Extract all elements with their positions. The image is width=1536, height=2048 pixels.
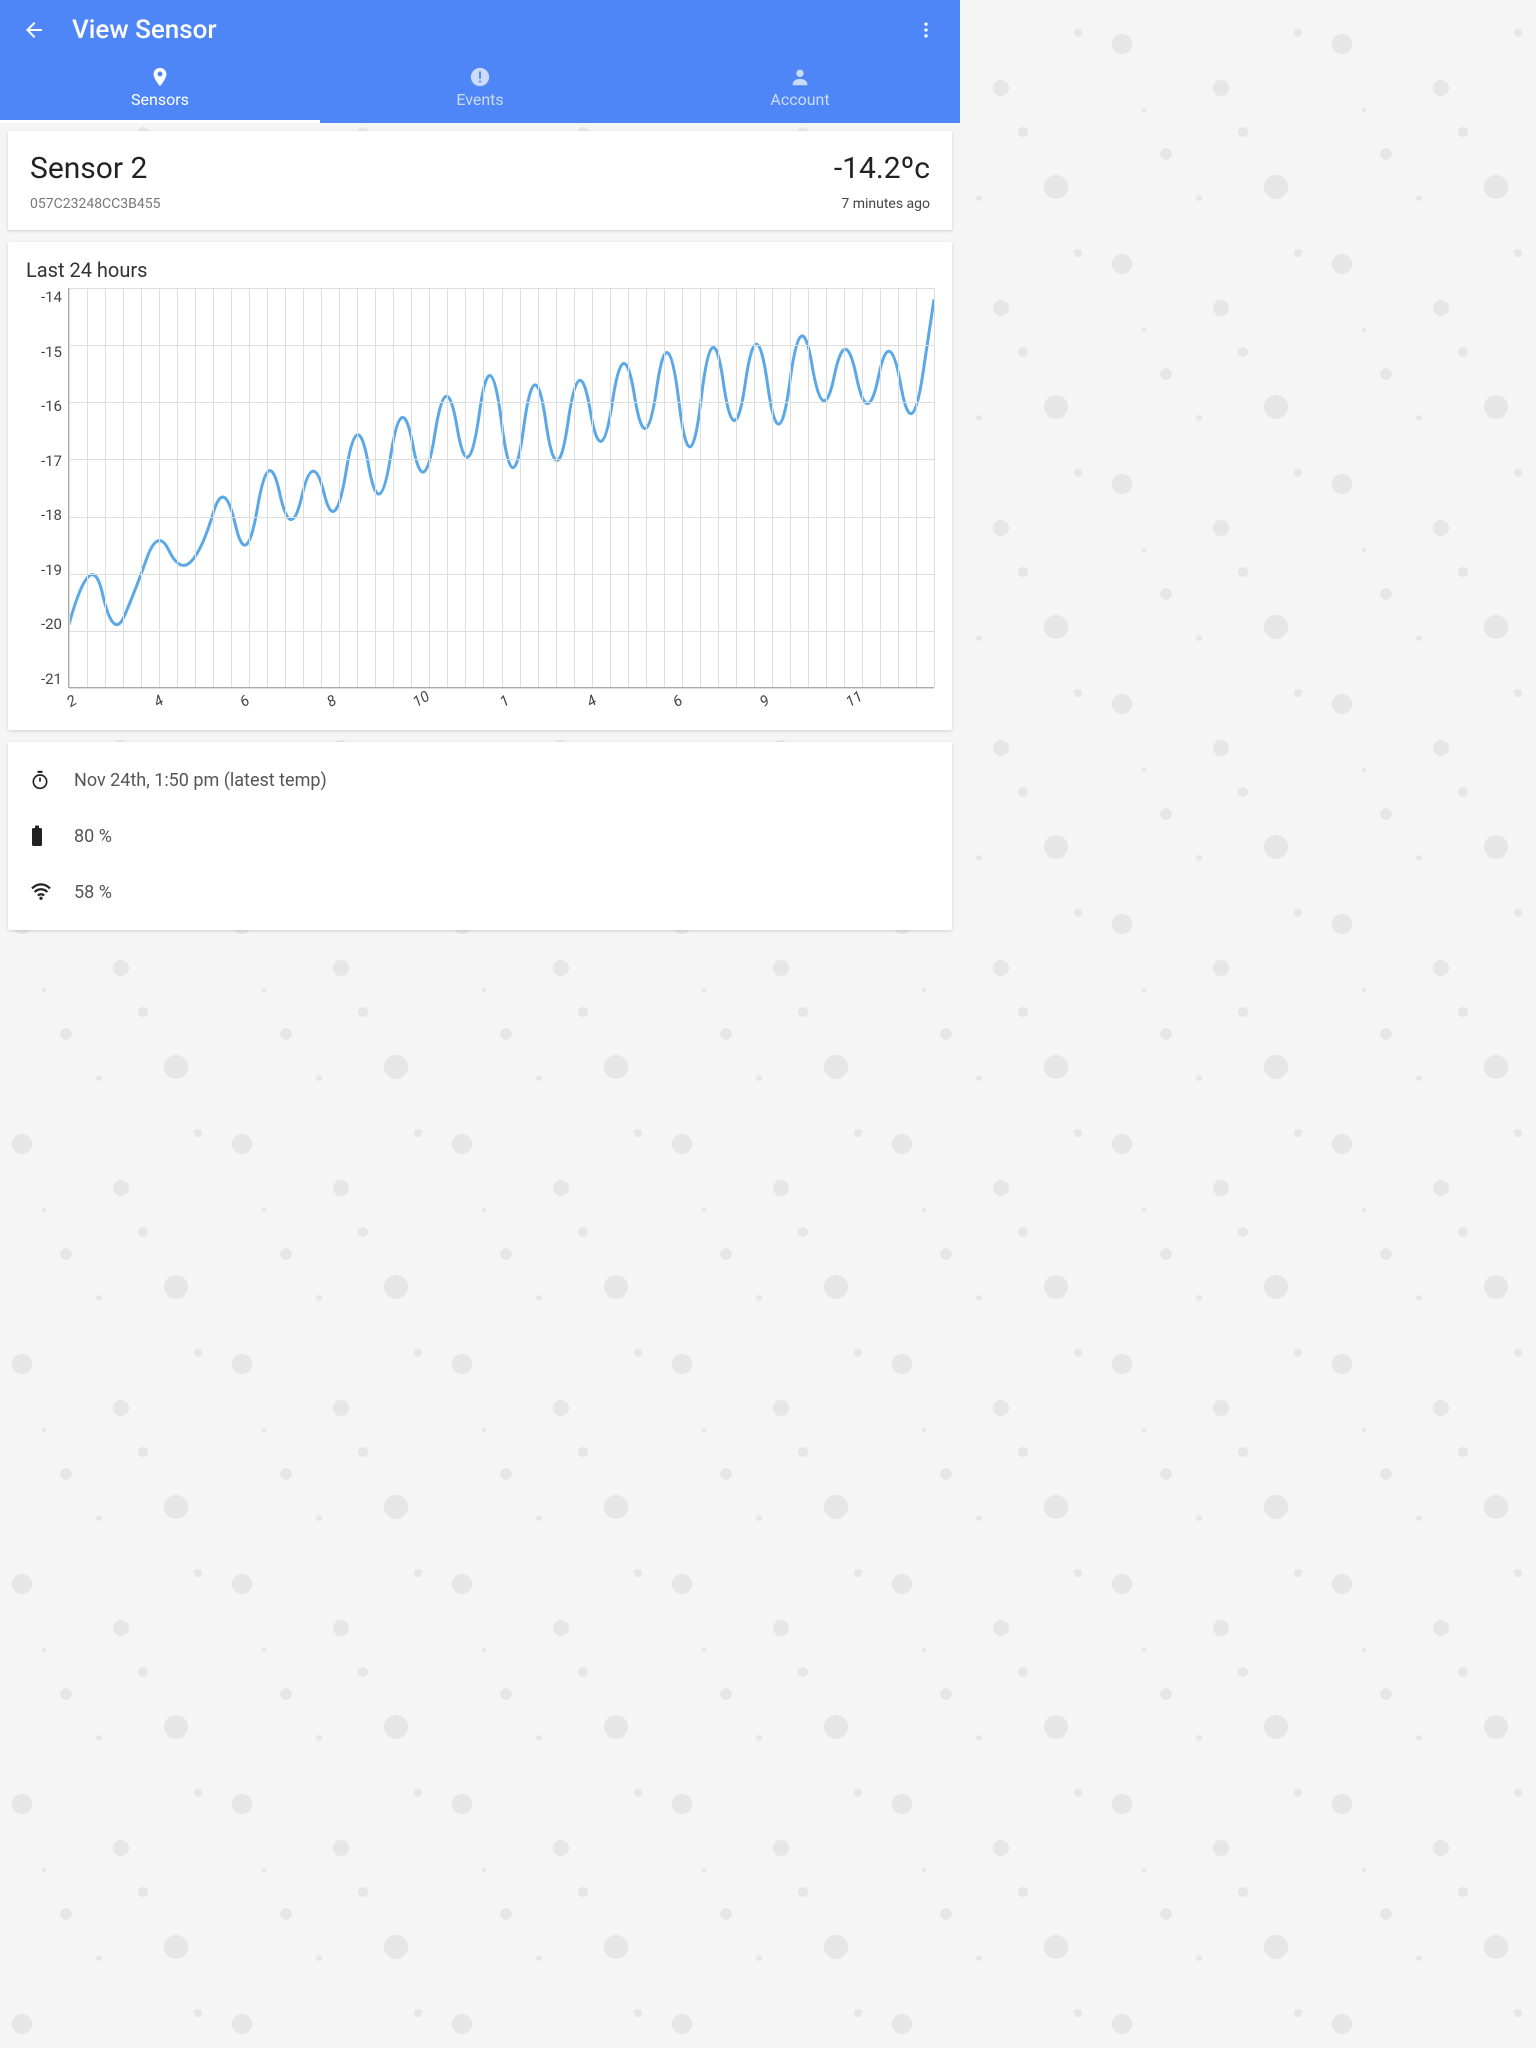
page-title: View Sensor xyxy=(72,15,217,45)
chart-y-axis: -14 -15 -16 -17 -18 -19 -20 -21 xyxy=(26,288,68,688)
tab-label: Sensors xyxy=(0,90,320,109)
sensor-summary-card: Sensor 2 057C23248CC3B455 -14.2ºc 7 minu… xyxy=(8,131,952,230)
app-header: View Sensor Sensors Events xyxy=(0,0,960,123)
battery-level: 80 % xyxy=(74,826,112,847)
y-tick-label: -21 xyxy=(26,670,68,688)
tab-label: Account xyxy=(640,90,960,109)
chart-x-axis: 246810146911 xyxy=(68,694,934,712)
y-tick-label: -20 xyxy=(26,615,68,633)
back-button[interactable] xyxy=(18,14,50,46)
status-card: Nov 24th, 1:50 pm (latest temp) 80 % 5 xyxy=(8,742,952,930)
person-icon xyxy=(789,66,811,88)
status-row-signal: 58 % xyxy=(30,864,930,920)
stopwatch-icon xyxy=(30,770,50,790)
latest-reading-time: Nov 24th, 1:50 pm (latest temp) xyxy=(74,770,327,791)
tab-sensors[interactable]: Sensors xyxy=(0,60,320,123)
y-tick-label: -16 xyxy=(26,397,68,415)
y-tick-label: -18 xyxy=(26,506,68,524)
more-vert-icon xyxy=(916,20,936,40)
y-tick-label: -15 xyxy=(26,343,68,361)
overflow-menu-button[interactable] xyxy=(910,14,942,46)
signal-strength: 58 % xyxy=(74,882,112,903)
status-row-time: Nov 24th, 1:50 pm (latest temp) xyxy=(30,752,930,808)
y-tick-label: -17 xyxy=(26,452,68,470)
y-tick-label: -19 xyxy=(26,561,68,579)
chart-title: Last 24 hours xyxy=(26,258,934,282)
chart-card: Last 24 hours -14 -15 -16 -17 -18 -19 -20 -21 2… xyxy=(8,242,952,730)
content-area: Sensor 2 057C23248CC3B455 -14.2ºc 7 minu… xyxy=(0,123,960,950)
location-pin-icon xyxy=(149,66,171,88)
tab-events[interactable]: Events xyxy=(320,60,640,123)
arrow-left-icon xyxy=(22,18,46,42)
sensor-name: Sensor 2 xyxy=(30,151,160,186)
sensor-updated-time: 7 minutes ago xyxy=(834,196,930,212)
y-tick-label: -14 xyxy=(26,288,68,306)
alert-circle-icon xyxy=(469,66,491,88)
tab-bar: Sensors Events Account xyxy=(0,60,960,123)
status-row-battery: 80 % xyxy=(30,808,930,864)
tab-label: Events xyxy=(320,90,640,109)
tab-account[interactable]: Account xyxy=(640,60,960,123)
sensor-temperature: -14.2ºc xyxy=(834,151,930,186)
battery-icon xyxy=(30,825,44,847)
top-bar: View Sensor xyxy=(0,0,960,60)
wifi-icon xyxy=(30,883,52,901)
sensor-id: 057C23248CC3B455 xyxy=(30,196,160,212)
chart-plot-area xyxy=(68,288,934,688)
